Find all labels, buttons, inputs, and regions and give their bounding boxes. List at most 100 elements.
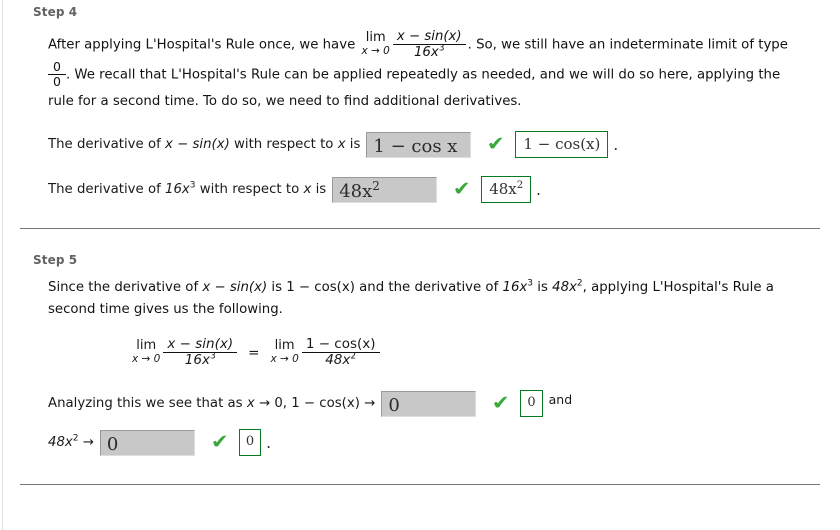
solution-box-2-value: 48x (489, 180, 517, 198)
right-limit-subscript: x → 0 (270, 353, 299, 365)
step4-inline-limit: lim x → 0 x − sin(x) 16x3 (361, 29, 466, 60)
indeterminate-numerator: 0 (53, 59, 61, 74)
step4-continuation-text: . We recall that L'Hospital's Rule can b… (65, 67, 781, 83)
answer2-label: The derivative of 16x3 with respect to x… (48, 180, 327, 197)
derivative-input-2-exponent: 2 (372, 178, 380, 193)
green-check-icon: ✔ (452, 177, 473, 201)
step-5-paragraph: Since the derivative of x − sin(x) is 1 … (20, 277, 840, 321)
step5-line1-e: , applying L'Hospital's Rule a (582, 280, 774, 295)
step5-line1-c: and the derivative of (359, 280, 499, 295)
answer-conjunction: and (548, 392, 573, 407)
equation-left-limit: lim x → 0 x − sin(x) 16x3 (132, 336, 238, 368)
solution-box-4: 0 (238, 429, 262, 456)
limit-value-input-2[interactable]: 0 (99, 429, 195, 456)
step5-answer1-arrow2: → (364, 396, 376, 411)
derivative-input-2-value: 48x (339, 180, 373, 202)
right-fraction-denominator: 48x2 (301, 351, 380, 368)
indeterminate-denominator: 0 (48, 74, 66, 89)
step4-answer-row-1: The derivative of x − sin(x) with respec… (20, 131, 840, 158)
step5-line2: second time gives us the following. (48, 302, 283, 317)
answer1-label-mid: with respect to (234, 137, 334, 152)
answer2-label-mid: with respect to (199, 182, 300, 197)
answer1-label-var: x (337, 137, 346, 152)
step-5-block: Step 5 Since the derivative of x − sin(x… (0, 229, 840, 456)
left-limit-op-label: lim (136, 338, 157, 353)
left-limit-subscript: x → 0 (132, 353, 161, 365)
right-fraction-numerator: 1 − cos(x) (305, 336, 376, 352)
solution-document: Step 4 After applying L'Hospital's Rule … (0, 0, 840, 485)
step4-line3-text: rule for a second time. To do so, we nee… (48, 94, 522, 109)
green-check-icon: ✔ (209, 430, 230, 454)
solution-box-1: 1 − cos(x) (515, 131, 609, 158)
left-den-base: 16x (184, 352, 210, 368)
step5-answer1-arrow1: → 0, (258, 396, 288, 411)
answer1-trailing-period: . (613, 135, 619, 154)
right-limit-op-label: lim (274, 338, 295, 353)
step-4-title: Step 4 (33, 5, 78, 19)
derivative-input-2[interactable]: 48x2 (332, 176, 438, 203)
limit-subscript: x → 0 (361, 45, 390, 57)
step5-expr3: 16x (502, 280, 528, 295)
limit-op-label: lim (365, 30, 386, 45)
step5-answer2-trailing-period: . (266, 433, 271, 452)
limit-operator: lim x → 0 (361, 31, 389, 58)
left-fraction-numerator: x − sin(x) (167, 336, 234, 352)
solution-box-3: 0 (520, 390, 543, 417)
step5-line1-d: is (537, 280, 548, 295)
step5-expr1: x − sin(x) (202, 280, 268, 295)
denominator-base: 16x (413, 45, 439, 60)
step5-expr3-exp: 3 (527, 278, 534, 289)
step-4-block: Step 4 After applying L'Hospital's Rule … (0, 0, 840, 203)
answer1-label-pre: The derivative of (48, 137, 161, 152)
step5-answer2-expr: 48x (48, 435, 73, 450)
solution-box-2: 48x2 (481, 176, 532, 203)
step5-answer1-expr: 1 − cos(x) (291, 396, 360, 411)
equation-relation: = (248, 344, 260, 361)
answer2-trailing-period: . (536, 180, 541, 199)
right-den-exp: 2 (350, 351, 357, 362)
step4-answer-row-2: The derivative of 16x3 with respect to x… (20, 176, 840, 203)
left-limit-operator: lim x → 0 (132, 339, 160, 366)
right-fraction: 1 − cos(x) 48x2 (301, 336, 380, 368)
step4-after-limit-text: . So, we still have an indeterminate lim… (467, 37, 788, 53)
answer1-label-post: is (349, 137, 361, 152)
step5-answer2-label: 48x2 → (48, 433, 94, 450)
step-4-paragraph: After applying L'Hospital's Rule once, w… (20, 29, 840, 115)
answer2-label-pre: The derivative of (48, 182, 161, 197)
step5-display-equation: lim x → 0 x − sin(x) 16x3 = lim x → 0 1 … (20, 337, 840, 368)
step5-answer1-var: x (246, 396, 255, 411)
left-fraction: x − sin(x) 16x3 (163, 336, 238, 368)
derivative-input-1[interactable]: 1 − cos x (366, 131, 472, 158)
step-5-title: Step 5 (33, 253, 78, 267)
answer2-label-expr: 16x (165, 182, 190, 197)
step5-solution-group-1: 0 and (520, 390, 572, 417)
green-check-icon: ✔ (486, 132, 507, 156)
answer2-label-var: x (303, 182, 312, 197)
step5-answer2-expr-exp: 2 (72, 433, 79, 444)
step4-lead-text: After applying L'Hospital's Rule once, w… (48, 37, 356, 53)
step5-answer2-arrow: → (82, 435, 94, 450)
limit-value-input-1[interactable]: 0 (381, 390, 477, 417)
step5-line1-a: Since the derivative of (48, 280, 199, 295)
right-limit-operator: lim x → 0 (270, 339, 298, 366)
step5-expr4: 48x (552, 280, 577, 295)
step5-expr2: 1 − cos(x) (286, 280, 355, 295)
denominator-exponent: 3 (438, 43, 445, 54)
answer2-label-post: is (315, 182, 327, 197)
solution-box-2-exponent: 2 (516, 180, 524, 191)
fraction-denominator: 16x3 (392, 43, 466, 60)
step-divider-2 (20, 484, 820, 485)
equation-right-limit: lim x → 0 1 − cos(x) 48x2 (270, 336, 380, 368)
limit-fraction: x − sin(x) 16x3 (392, 29, 466, 60)
step5-answer-row-2: 48x2 → 0 ✔ 0 . (20, 429, 840, 456)
left-den-exp: 3 (209, 351, 216, 362)
right-den-base: 48x (325, 352, 351, 368)
answer2-label-expr-exp: 3 (189, 180, 196, 191)
indeterminate-form: 0 0 (48, 60, 66, 89)
green-check-icon: ✔ (491, 391, 512, 415)
step5-line1-b: is (271, 280, 282, 295)
step5-answer1-label-pre: Analyzing this we see that as (48, 396, 243, 411)
answer1-label-expr: x − sin(x) (165, 137, 230, 152)
fraction-numerator: x − sin(x) (396, 29, 462, 44)
step5-answer1-label: Analyzing this we see that as x → 0, 1 −… (48, 396, 375, 411)
